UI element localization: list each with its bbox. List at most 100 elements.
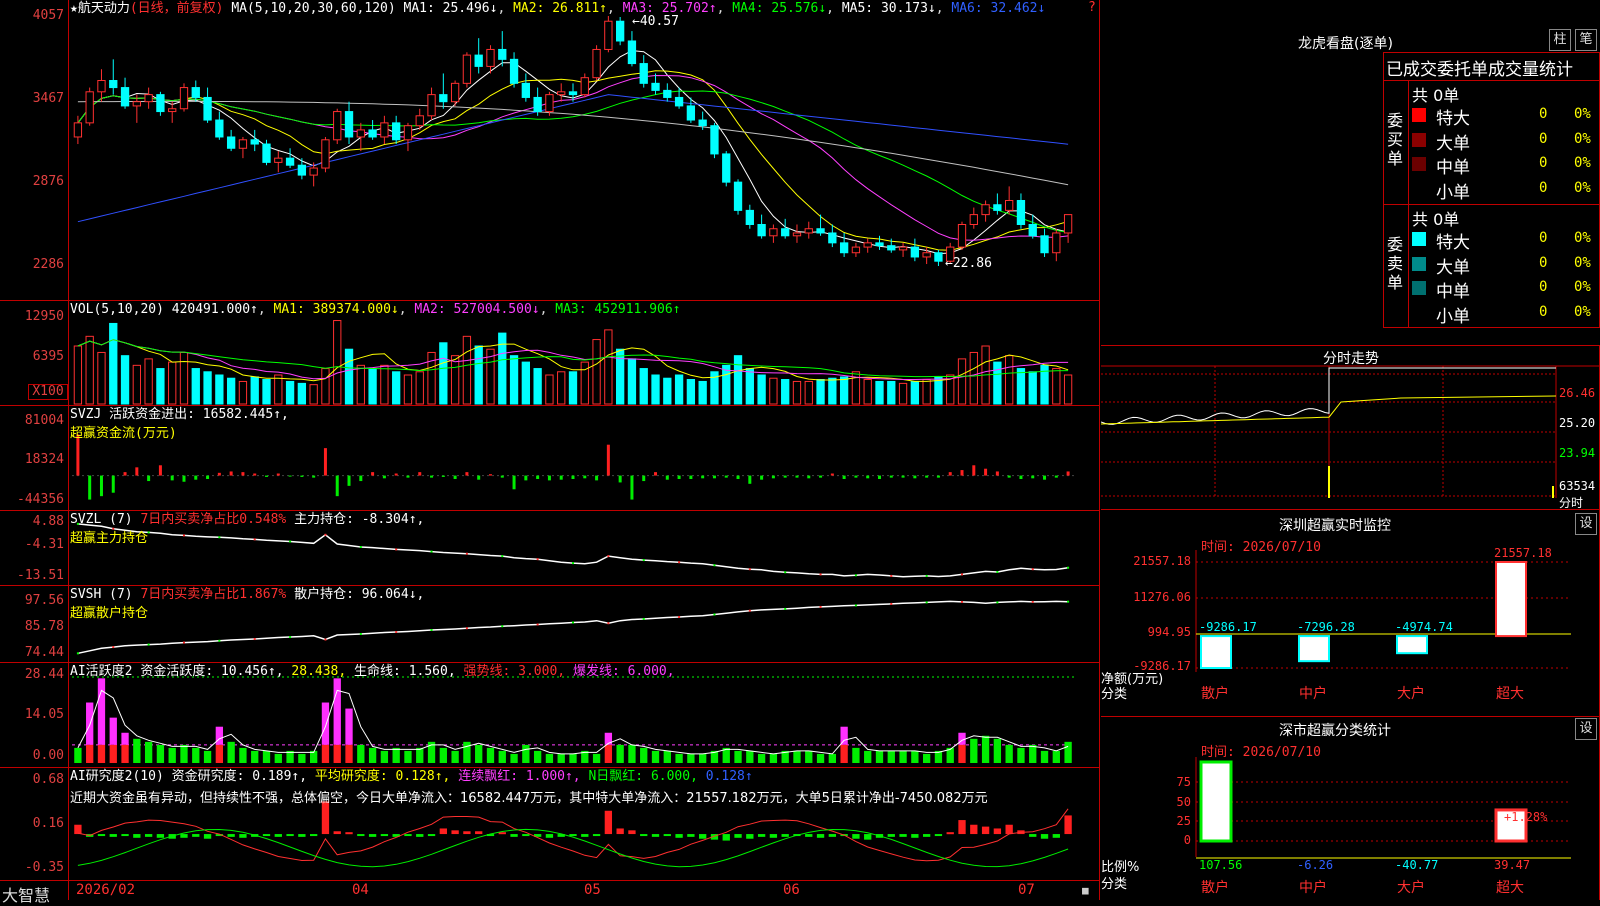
dragon-tiger-panel: 龙虎看盘(逐单) 柱 笔 已成交委托单成交量统计 委买单 委卖单 共 0单 共 …: [1101, 0, 1600, 345]
research-bar: [345, 832, 353, 835]
category-bar: [1396, 635, 1428, 655]
research-bar: [816, 834, 825, 838]
volume-bar: [521, 361, 531, 405]
volume-bar: [262, 379, 271, 405]
research-bar: [192, 834, 200, 837]
buy-side-label: 委买单: [1387, 111, 1404, 168]
activity-bar-base: [97, 744, 106, 763]
candle: [651, 82, 660, 91]
activity-bar: [864, 750, 872, 763]
holding-dot: [925, 574, 928, 577]
activity-bar: [439, 747, 447, 763]
help-icon[interactable]: ?: [1088, 0, 1096, 15]
candle: [191, 87, 200, 98]
flow-bar: [1007, 475, 1011, 478]
ai2-name: AI活跃度2: [70, 664, 133, 679]
flow-bar: [1043, 475, 1047, 480]
volume-bar: [769, 377, 778, 405]
candlestick-chart[interactable]: [0, 0, 1100, 300]
holding-dot: [819, 605, 822, 608]
category-label: 中户: [1299, 880, 1327, 896]
y-label: 4.88: [32, 514, 64, 529]
activity-bar: [180, 744, 188, 763]
ma3-value: MA3: 25.702↑: [622, 1, 717, 16]
holding-dot: [784, 607, 787, 610]
flow-bar: [406, 475, 410, 478]
stock-name[interactable]: ★航天动力: [70, 1, 130, 16]
intraday-price-mid: 25.20: [1559, 416, 1596, 430]
y-label: 0: [1183, 833, 1191, 847]
y-label: 4057: [32, 8, 64, 23]
holding-dot: [182, 641, 185, 644]
svsh-pane[interactable]: SVSH (7) 7日内买卖净占比1.867% 散户持仓: 96.064↓, 超…: [0, 585, 1100, 662]
bar-mode-button[interactable]: 柱: [1549, 29, 1571, 51]
activity-bar: [769, 753, 778, 763]
research-bar: [545, 834, 554, 838]
main-kline-pane[interactable]: ★航天动力(日线，前复权) MA(5,10,20,30,60,120) MA1:…: [0, 0, 1100, 300]
research-bar: [109, 834, 117, 837]
ai-research-pane[interactable]: AI研究度2(10) 资金研究度: 0.189↑, 平均研究度: 0.128↑,…: [0, 767, 1100, 880]
volume-pane[interactable]: VOL(5,10,20) 420491.000↑, MA1: 389374.00…: [0, 300, 1100, 405]
activity-bar: [262, 750, 271, 763]
candle: [934, 252, 943, 262]
activity-bar: [899, 750, 907, 763]
ai2-activity: 资金活跃度: 10.456↑,: [140, 664, 284, 679]
research-bar: [946, 832, 954, 835]
panel-divider: [1099, 0, 1100, 900]
order-type-label: 小单: [1436, 182, 1470, 203]
vol-value: 420491.000↑: [171, 302, 258, 317]
y-label: 14.05: [24, 707, 64, 722]
holding-line: [77, 523, 1069, 578]
flow-bar: [618, 475, 622, 483]
period-label[interactable]: (日线，前复权): [130, 1, 224, 16]
holding-dot: [359, 545, 362, 548]
research-bar: [416, 834, 424, 837]
order-color-swatch: [1412, 157, 1426, 171]
activity-bar: [651, 750, 660, 763]
svzj-pane[interactable]: SVZJ 活跃资金进出: 16582.445↑, 超赢资金流(万元) 81004…: [0, 405, 1100, 510]
category-label: 大户: [1397, 880, 1425, 896]
activity-bar: [1017, 747, 1025, 763]
volume-bar: [615, 348, 625, 405]
activity-bar: [757, 753, 766, 763]
svzl-pane[interactable]: SVZL (7) 7日内买卖净占比0.548% 主力持仓: -8.304↑, 超…: [0, 510, 1100, 585]
candle: [450, 82, 460, 103]
holding-dot: [1031, 600, 1034, 603]
x-tick-label: 07: [1018, 882, 1035, 898]
research-bar: [180, 834, 188, 838]
intraday-volume: 63534: [1559, 479, 1596, 493]
flow-bar: [323, 448, 327, 476]
candle: [73, 122, 83, 138]
volume-bar: [368, 368, 377, 405]
research-bar: [475, 831, 483, 835]
research-bar: [121, 834, 129, 837]
volume-bar: [828, 377, 837, 405]
volume-bar: [804, 380, 813, 405]
x-tick-label: 05: [584, 882, 601, 898]
sz-class-xlabel: 分类: [1101, 877, 1128, 892]
flow-bar: [889, 475, 893, 478]
research-bar: [699, 834, 707, 839]
candle: [580, 77, 589, 96]
intraday-chart[interactable]: [1101, 346, 1600, 511]
activity-bar-base: [333, 744, 341, 763]
svsh-name: SVSH (7): [70, 587, 133, 602]
activity-bar: [1040, 750, 1049, 763]
candle: [533, 96, 542, 113]
tick-mode-button[interactable]: 笔: [1575, 29, 1597, 51]
intraday-panel[interactable]: 分时走势 26.46 25.20 23.94 63534 分时: [1101, 345, 1600, 510]
activity-bar-burst: [840, 726, 848, 745]
intraday-unit: 分时: [1559, 496, 1584, 510]
lock-icon[interactable]: ■: [1082, 884, 1089, 897]
ai-activity-pane[interactable]: AI活跃度2 资金活跃度: 10.456↑, 28.438, 生命线: 1.56…: [0, 662, 1100, 767]
category-label: 超大: [1496, 686, 1524, 702]
volume-bar: [792, 380, 802, 405]
research-bar: [227, 834, 235, 837]
activity-bar: [875, 750, 884, 763]
flow-bar: [111, 475, 115, 493]
volume-bar: [392, 371, 401, 405]
candle: [392, 122, 401, 141]
intraday-price-high: 26.46: [1559, 386, 1596, 400]
volume-bar: [179, 351, 189, 405]
svzl-header: SVZL (7) 7日内买卖净占比0.548% 主力持仓: -8.304↑,: [70, 512, 424, 528]
